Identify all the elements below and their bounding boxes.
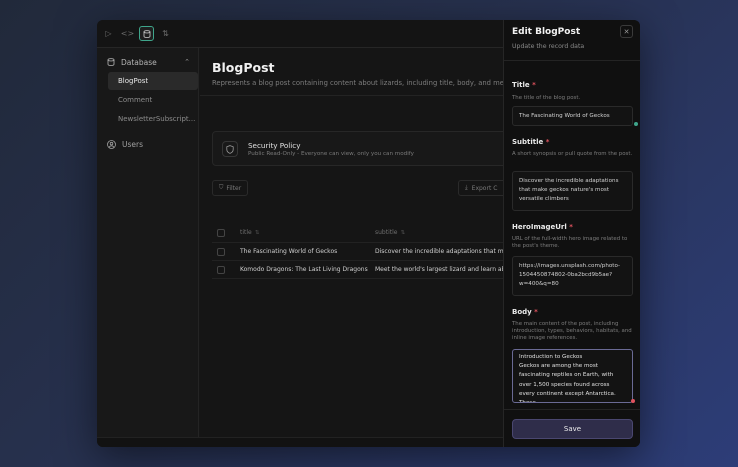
cell-subtitle: Discover the incredible adaptations that…	[375, 248, 505, 255]
status-dot	[631, 399, 635, 403]
body-field-label: Body *	[512, 308, 538, 316]
panel-footer: Save	[504, 409, 640, 447]
filter-icon: ⛉	[218, 184, 224, 191]
table-row[interactable]: Komodo Dragons: The Last Living Dragons …	[212, 261, 512, 279]
export-label: Export C	[471, 184, 498, 192]
heroimageurl-input[interactable]: https://images.unsplash.com/photo-150445…	[512, 256, 633, 296]
row-checkbox[interactable]	[217, 265, 225, 274]
git-compare-icon[interactable]: ⇅	[158, 26, 173, 41]
body-field-description: The main content of the post, including …	[512, 321, 632, 342]
filter-label: Filter	[226, 184, 242, 192]
heroimageurl-field-description: URL of the full-width hero image related…	[512, 236, 628, 250]
column-header-subtitle[interactable]: subtitle ⇅	[375, 229, 505, 236]
sidebar-item-blogpost[interactable]: BlogPost	[108, 72, 198, 90]
save-button[interactable]: Save	[512, 419, 633, 439]
panel-title: Edit BlogPost	[512, 27, 581, 37]
sidebar-section-label: Database	[121, 57, 157, 67]
user-circle-icon	[107, 139, 116, 149]
toolbar: ▷ <> ⇅	[97, 20, 503, 48]
sort-icon: ⇅	[254, 230, 260, 236]
title-field-label: Title *	[512, 81, 536, 89]
column-header-title[interactable]: title ⇅	[240, 229, 375, 236]
app-window: ▷ <> ⇅ Database ⌃ BlogPost Comment Newsl…	[97, 20, 640, 447]
sort-icon: ⇅	[400, 230, 406, 236]
sidebar-item-users[interactable]: Users	[97, 136, 198, 152]
select-all-checkbox[interactable]	[217, 228, 225, 237]
cell-title: Komodo Dragons: The Last Living Dragons	[240, 266, 368, 273]
body-textarea[interactable]: Introduction to Geckos Geckos are among …	[512, 349, 633, 403]
table-header: title ⇅ subtitle ⇅	[212, 223, 512, 243]
row-checkbox[interactable]	[217, 247, 225, 256]
subtitle-field-label: Subtitle *	[512, 138, 550, 146]
divider	[504, 60, 640, 61]
close-icon[interactable]: ✕	[620, 25, 633, 38]
title-input[interactable]: The Fascinating World of Geckos	[512, 106, 633, 126]
subtitle-input[interactable]: Discover the incredible adaptations that…	[512, 171, 633, 211]
subtitle-field-description: A short synopsis or pull quote from the …	[512, 151, 633, 157]
sidebar-item-newsletter[interactable]: NewsletterSubscript...	[108, 110, 198, 128]
chevron-up-icon[interactable]: ⌃	[184, 58, 190, 66]
table-row[interactable]: The Fascinating World of Geckos Discover…	[212, 243, 512, 261]
filter-button[interactable]: ⛉ Filter	[212, 180, 248, 196]
sidebar-section-database[interactable]: Database ⌃	[97, 53, 198, 71]
title-field-description: The title of the blog post.	[512, 95, 581, 101]
code-icon[interactable]: <>	[120, 26, 135, 41]
page-description: Represents a blog post containing conten…	[212, 79, 512, 87]
records-table: title ⇅ subtitle ⇅ The Fascinating World o…	[212, 223, 512, 279]
play-icon[interactable]: ▷	[101, 26, 116, 41]
cell-subtitle: Meet the world's largest lizard and lear…	[375, 266, 505, 273]
page-title: BlogPost	[212, 60, 275, 75]
database-icon[interactable]	[139, 26, 154, 41]
security-policy-card[interactable]: Security Policy Public Read-Only - Every…	[212, 131, 512, 166]
status-dot	[634, 122, 638, 126]
edit-panel: Edit BlogPost Update the record data ✕ T…	[503, 20, 640, 447]
main-content: BlogPost Represents a blog post containi…	[200, 48, 518, 437]
security-policy-subtitle: Public Read-Only - Everyone can view, on…	[248, 151, 414, 157]
security-policy-title: Security Policy	[248, 141, 301, 150]
shield-icon	[222, 141, 238, 157]
sidebar-users-label: Users	[122, 139, 144, 149]
sidebar-item-comment[interactable]: Comment	[108, 91, 198, 109]
divider	[200, 95, 503, 96]
sidebar: Database ⌃ BlogPost Comment NewsletterSu…	[97, 48, 199, 437]
database-icon	[107, 58, 115, 66]
status-bar	[97, 437, 503, 447]
heroimageurl-field-label: HeroImageUrl *	[512, 223, 573, 231]
panel-subtitle: Update the record data	[512, 43, 585, 50]
download-icon: ⤓	[465, 184, 468, 191]
cell-title: The Fascinating World of Geckos	[240, 248, 338, 255]
